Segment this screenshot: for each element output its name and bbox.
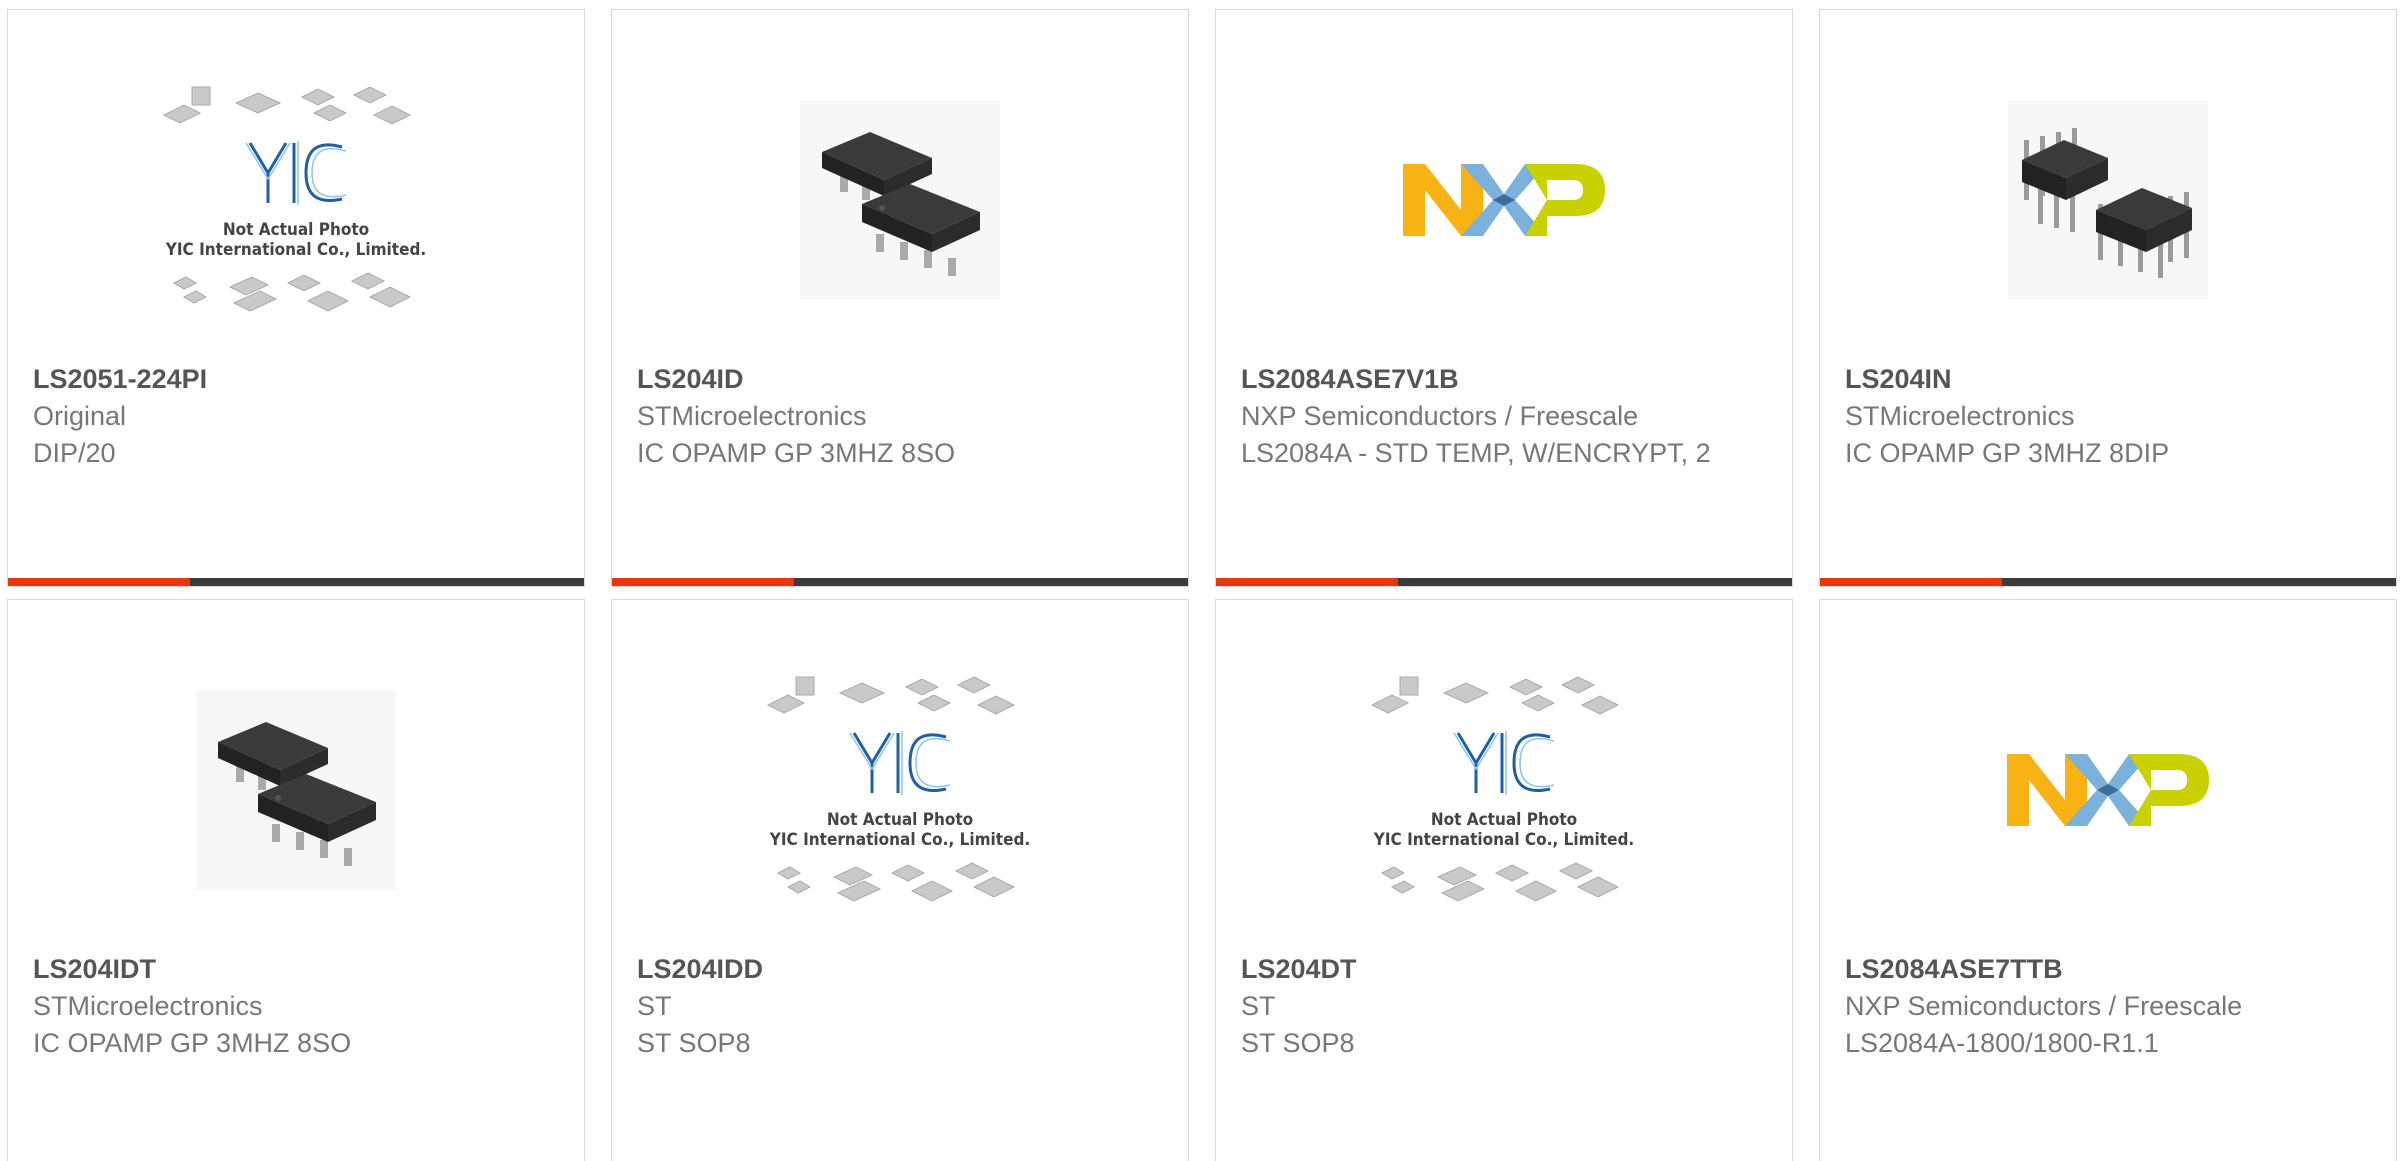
placeholder-line1: Not Actual Photo bbox=[223, 220, 369, 240]
card-bottom-bar bbox=[8, 578, 584, 586]
placeholder-line2: YIC International Co., Limited. bbox=[769, 830, 1030, 850]
product-image[interactable]: Not Actual Photo YIC International Co., … bbox=[8, 50, 584, 350]
description: ST SOP8 bbox=[637, 1028, 751, 1058]
card-bottom-accent bbox=[612, 578, 794, 586]
product-card[interactable]: Not Actual Photo YIC International Co., … bbox=[1215, 599, 1793, 1161]
card-bottom-bar bbox=[612, 578, 1188, 586]
manufacturer: STMicroelectronics bbox=[33, 991, 263, 1021]
description: IC OPAMP GP 3MHZ 8SO bbox=[637, 438, 956, 468]
dip8-chip-image bbox=[2008, 100, 2208, 300]
product-image[interactable] bbox=[1820, 50, 2396, 350]
card-bottom-bar bbox=[1820, 578, 2396, 586]
part-number[interactable]: LS204IDD bbox=[637, 950, 1163, 988]
product-image[interactable]: Not Actual Photo YIC International Co., … bbox=[612, 640, 1188, 940]
part-number[interactable]: LS2084ASE7TTB bbox=[1845, 950, 2371, 988]
nxp-logo-icon bbox=[1403, 164, 1605, 236]
product-card[interactable]: LS2084ASE7V1B NXP Semiconductors / Frees… bbox=[1215, 9, 1793, 587]
card-bottom-accent bbox=[8, 578, 190, 586]
part-number[interactable]: LS2051-224PI bbox=[33, 360, 559, 398]
yic-placeholder-image: Not Actual Photo YIC International Co., … bbox=[766, 676, 1030, 902]
product-card[interactable]: LS204IN STMicroelectronics IC OPAMP GP 3… bbox=[1819, 9, 2397, 587]
nxp-logo-icon bbox=[2007, 754, 2209, 826]
manufacturer: STMicroelectronics bbox=[637, 401, 867, 431]
card-bottom-bar bbox=[1216, 578, 1792, 586]
part-number[interactable]: LS204IN bbox=[1845, 360, 2371, 398]
manufacturer: ST bbox=[1241, 991, 1276, 1021]
part-number[interactable]: LS204IDT bbox=[33, 950, 559, 988]
placeholder-line1: Not Actual Photo bbox=[827, 810, 973, 830]
product-grid: Not Actual Photo YIC International Co., … bbox=[0, 0, 2400, 1161]
so8-chip-image bbox=[196, 690, 396, 890]
placeholder-line1: Not Actual Photo bbox=[1431, 810, 1577, 830]
part-number[interactable]: LS204ID bbox=[637, 360, 1163, 398]
placeholder-line2: YIC International Co., Limited. bbox=[165, 240, 426, 260]
product-image[interactable]: Not Actual Photo YIC International Co., … bbox=[1216, 640, 1792, 940]
description: LS2084A-1800/1800-R1.1 bbox=[1845, 1028, 2159, 1058]
product-card[interactable]: Not Actual Photo YIC International Co., … bbox=[611, 599, 1189, 1161]
description: DIP/20 bbox=[33, 438, 116, 468]
description: LS2084A - STD TEMP, W/ENCRYPT, 2 bbox=[1241, 438, 1711, 468]
yic-placeholder-image: Not Actual Photo YIC International Co., … bbox=[1370, 676, 1634, 902]
description: IC OPAMP GP 3MHZ 8DIP bbox=[1845, 438, 2170, 468]
part-number[interactable]: LS204DT bbox=[1241, 950, 1767, 988]
manufacturer: NXP Semiconductors / Freescale bbox=[1241, 401, 1639, 431]
so8-chip-image bbox=[800, 100, 1000, 300]
product-card[interactable]: LS204IDT STMicroelectronics IC OPAMP GP … bbox=[7, 599, 585, 1161]
yic-placeholder-image: Not Actual Photo YIC International Co., … bbox=[162, 86, 426, 312]
product-image[interactable] bbox=[612, 50, 1188, 350]
part-number[interactable]: LS2084ASE7V1B bbox=[1241, 360, 1767, 398]
product-card[interactable]: Not Actual Photo YIC International Co., … bbox=[7, 9, 585, 587]
product-card[interactable]: LS2084ASE7TTB NXP Semiconductors / Frees… bbox=[1819, 599, 2397, 1161]
card-bottom-accent bbox=[1820, 578, 2002, 586]
card-bottom-accent bbox=[1216, 578, 1398, 586]
manufacturer: NXP Semiconductors / Freescale bbox=[1845, 991, 2243, 1021]
product-image[interactable] bbox=[1820, 640, 2396, 940]
product-card[interactable]: LS204ID STMicroelectronics IC OPAMP GP 3… bbox=[611, 9, 1189, 587]
manufacturer: STMicroelectronics bbox=[1845, 401, 2075, 431]
manufacturer: Original bbox=[33, 401, 127, 431]
manufacturer: ST bbox=[637, 991, 672, 1021]
product-image[interactable] bbox=[1216, 50, 1792, 350]
placeholder-line2: YIC International Co., Limited. bbox=[1373, 830, 1634, 850]
product-image[interactable] bbox=[8, 640, 584, 940]
description: ST SOP8 bbox=[1241, 1028, 1355, 1058]
description: IC OPAMP GP 3MHZ 8SO bbox=[33, 1028, 352, 1058]
